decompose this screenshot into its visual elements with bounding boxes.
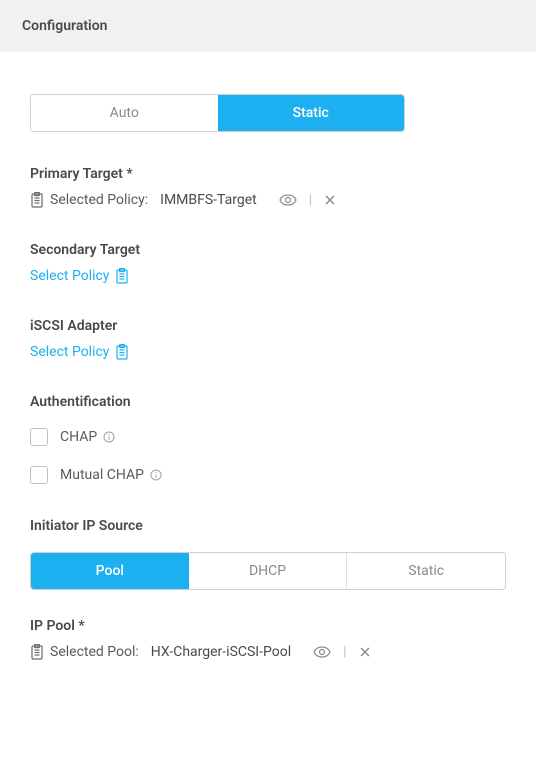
eye-icon[interactable] — [313, 646, 331, 658]
chap-label-text: CHAP — [60, 429, 97, 445]
chap-label: CHAP — [60, 429, 115, 445]
mutual-chap-label: Mutual CHAP — [60, 467, 162, 483]
ip-pool-actions: | — [313, 644, 370, 660]
iscsi-adapter-select[interactable]: Select Policy — [30, 344, 129, 360]
primary-target-value: IMMBFS-Target — [160, 192, 257, 208]
ip-pool-selected: Selected Pool: HX-Charger-iSCSI-Pool | — [30, 644, 506, 660]
authentication-label: Authentification — [30, 394, 506, 410]
ip-pool-value: HX-Charger-iSCSI-Pool — [151, 644, 291, 660]
ip-pool-label: IP Pool * — [30, 618, 506, 634]
iscsi-adapter-label: iSCSI Adapter — [30, 318, 506, 334]
chap-row: CHAP — [30, 428, 506, 446]
select-policy-text: Select Policy — [30, 344, 109, 360]
action-divider: | — [343, 644, 346, 660]
close-icon[interactable] — [359, 646, 371, 658]
target-type-static[interactable]: Static — [218, 95, 405, 131]
info-icon[interactable] — [150, 469, 162, 481]
configuration-content: Auto Static Primary Target * Selected Po… — [0, 52, 536, 694]
mutual-chap-label-text: Mutual CHAP — [60, 467, 144, 483]
configuration-header: Configuration — [0, 0, 536, 52]
clipboard-icon — [30, 192, 44, 208]
document-icon — [115, 268, 129, 284]
clipboard-icon — [30, 644, 44, 660]
info-icon[interactable] — [103, 431, 115, 443]
primary-target-actions: | — [279, 192, 336, 208]
header-title: Configuration — [22, 18, 107, 34]
eye-icon[interactable] — [279, 194, 297, 206]
action-divider: | — [309, 192, 312, 208]
initiator-ip-label: Initiator IP Source — [30, 518, 506, 534]
chap-checkbox[interactable] — [30, 428, 48, 446]
initiator-ip-tabs: Pool DHCP Static — [30, 552, 506, 590]
document-icon — [115, 344, 129, 360]
secondary-target-select[interactable]: Select Policy — [30, 268, 129, 284]
primary-target-label: Primary Target * — [30, 166, 506, 182]
target-type-auto[interactable]: Auto — [31, 95, 218, 131]
initiator-tab-dhcp[interactable]: DHCP — [189, 553, 348, 589]
select-policy-text: Select Policy — [30, 268, 109, 284]
selected-pool-label: Selected Pool: — [50, 644, 139, 660]
secondary-target-label: Secondary Target — [30, 242, 506, 258]
initiator-tab-static[interactable]: Static — [347, 553, 505, 589]
close-icon[interactable] — [324, 194, 336, 206]
target-type-toggle: Auto Static — [30, 94, 405, 132]
mutual-chap-checkbox[interactable] — [30, 466, 48, 484]
selected-policy-label: Selected Policy: — [50, 192, 148, 208]
initiator-tab-pool[interactable]: Pool — [31, 553, 189, 589]
mutual-chap-row: Mutual CHAP — [30, 466, 506, 484]
primary-target-selected: Selected Policy: IMMBFS-Target | — [30, 192, 506, 208]
